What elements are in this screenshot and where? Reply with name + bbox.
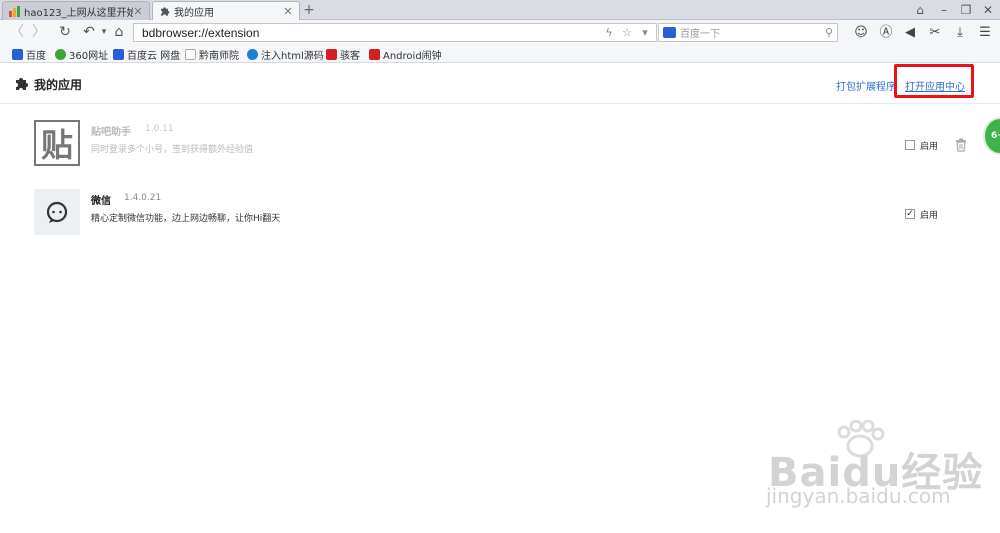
tab-close-icon[interactable]: ✕: [133, 5, 143, 18]
highlight-box: [894, 64, 974, 98]
download-icon[interactable]: ⤓: [951, 24, 969, 42]
pack-extension-link[interactable]: 打包扩展程序: [836, 78, 896, 93]
tab-hao123[interactable]: hao123_上网从这里开始 ✕: [2, 1, 150, 20]
restore-icon[interactable]: ❐: [956, 0, 976, 20]
close-window-icon[interactable]: ✕: [978, 0, 998, 20]
tab-strip: hao123_上网从这里开始 ✕ 我的应用 ✕ + ⌂ – ❐ ✕: [0, 0, 1000, 21]
extension-item-wechat: 微信 1.4.0.21 精心定制微信功能，边上网边畅聊，让你Hi翻天 ✓ 启用: [34, 189, 974, 237]
extension-name: 贴吧助手: [91, 127, 131, 138]
watermark-url: jingyan.baidu.com: [766, 484, 951, 508]
extension-description: 同时登录多个小号，签到获得额外经验值: [91, 145, 254, 155]
tab-title: 我的应用: [174, 8, 214, 19]
menu-icon[interactable]: ☰: [976, 24, 994, 42]
emoji-icon[interactable]: ☺: [852, 24, 870, 42]
extension-description: 精心定制微信功能，边上网边畅聊，让你Hi翻天: [91, 214, 281, 224]
minimize-icon[interactable]: –: [934, 0, 954, 20]
extension-version: 1.4.0.21: [124, 193, 162, 203]
globe-icon: [247, 48, 258, 60]
address-bar[interactable]: bdbrowser://extension ϟ ☆ ▾: [133, 23, 657, 42]
extension-item-tieba: 贴 贴吧助手 1.0.11 同时登录多个小号，签到获得额外经验值 启用: [34, 120, 974, 168]
paw-icon: [113, 48, 124, 60]
c-icon: [369, 48, 380, 60]
puzzle-icon: [16, 78, 28, 90]
enable-label[interactable]: 启用: [920, 208, 938, 221]
extension-name: 微信: [91, 196, 111, 207]
star-icon[interactable]: ☆: [620, 26, 634, 39]
enable-label[interactable]: 启用: [920, 139, 938, 152]
bookmark-item[interactable]: 骇客: [326, 46, 360, 62]
wechat-icon: [34, 189, 80, 235]
back-icon[interactable]: 〈: [8, 23, 26, 41]
trash-icon[interactable]: [954, 138, 968, 152]
bookmarks-bar: 百度 360网址 百度云 网盘 黔南师院 注入html源码 骇客 Android…: [0, 45, 1000, 63]
lightning-icon[interactable]: ϟ: [602, 26, 616, 39]
tab-my-apps[interactable]: 我的应用 ✕: [152, 1, 300, 21]
bookmark-label: 百度: [26, 50, 46, 62]
floating-badge[interactable]: 6+: [985, 119, 1000, 153]
enable-checkbox[interactable]: [905, 140, 915, 150]
home-icon[interactable]: ⌂: [110, 23, 128, 41]
bookmark-label: 百度云 网盘: [127, 50, 181, 62]
scissors-icon[interactable]: ✂: [926, 24, 944, 42]
tieba-glyph: 贴: [41, 126, 73, 164]
bookmark-item[interactable]: Android闹钟: [369, 46, 442, 62]
bookmark-item[interactable]: 黔南师院: [185, 46, 239, 62]
hao123-icon: [9, 5, 20, 17]
search-box[interactable]: 百度一下 ⚲: [658, 23, 838, 42]
baidu-engine-icon[interactable]: [663, 27, 676, 38]
sound-icon[interactable]: ◀: [901, 24, 919, 42]
bookmark-item[interactable]: 百度云 网盘: [113, 46, 180, 62]
bookmark-label: 骇客: [340, 50, 360, 62]
extension-version: 1.0.11: [145, 124, 174, 134]
new-tab-button[interactable]: +: [300, 3, 318, 18]
bookmark-label: 注入html源码: [261, 50, 324, 62]
baidu-jingyan-watermark: Baidu经验 jingyan.baidu.com: [760, 420, 990, 520]
forward-icon[interactable]: 〉: [30, 23, 48, 41]
search-placeholder[interactable]: 百度一下: [680, 25, 825, 40]
bookmark-label: 黔南师院: [199, 50, 239, 62]
tab-close-icon[interactable]: ✕: [283, 5, 293, 18]
enable-checkbox[interactable]: ✓: [905, 209, 915, 219]
tieba-icon: 贴: [34, 120, 80, 166]
page-header: 我的应用 打包扩展程序 打开应用中心: [0, 64, 1000, 104]
url-text[interactable]: bdbrowser://extension: [142, 26, 602, 40]
bookmark-item[interactable]: 注入html源码: [247, 46, 324, 62]
page-icon: [185, 48, 196, 60]
search-icon[interactable]: ⚲: [825, 26, 833, 39]
chevron-down-icon[interactable]: ▾: [638, 26, 652, 39]
navigation-bar: 〈 〉 ↻ ↶ ▾ ⌂ bdbrowser://extension ϟ ☆ ▾ …: [0, 20, 1000, 45]
adblock-icon[interactable]: Ⓐ: [877, 24, 895, 42]
tab-title: hao123_上网从这里开始: [24, 7, 133, 19]
bookmark-label: Android闹钟: [383, 50, 442, 62]
puzzle-icon: [161, 7, 170, 16]
360-icon: [55, 48, 66, 60]
page-title: 我的应用: [34, 78, 83, 92]
reload-icon[interactable]: ↻: [56, 23, 74, 41]
bookmark-item[interactable]: 360网址: [55, 46, 108, 62]
bookmark-item[interactable]: 百度: [12, 46, 46, 62]
bookmark-label: 360网址: [69, 50, 109, 62]
skin-icon[interactable]: ⌂: [910, 0, 930, 20]
paw-icon: [12, 48, 23, 60]
hacker-icon: [326, 48, 337, 60]
